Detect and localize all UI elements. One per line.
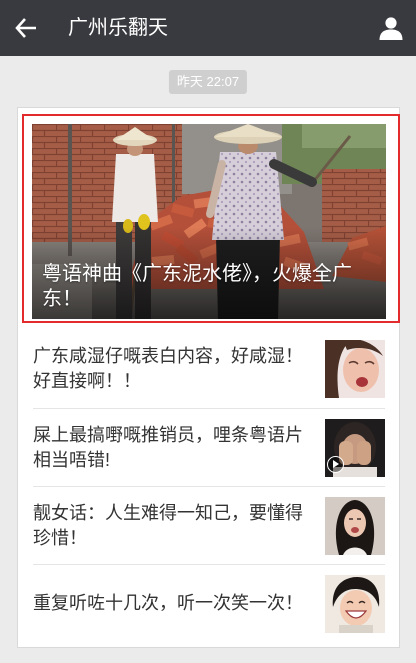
article-title: 广东咸湿仔嘅表白内容，好咸湿！好直接啊！！ [33,346,303,391]
article-item[interactable]: 广东咸湿仔嘅表白内容，好咸湿！好直接啊！！ [33,330,385,408]
back-button[interactable] [6,10,46,46]
article-title: 屎上最搞嘢嘅推销员，哩条粤语片相当唔错! [33,424,303,470]
article-thumbnail [325,574,385,633]
profile-button[interactable] [372,12,410,44]
article-thumbnail [325,340,385,398]
chat-title: 广州乐翻天 [68,17,168,39]
article-thumbnail [325,496,385,555]
article-item[interactable]: 重复听咗十几次，听一次笑一次！ [33,564,385,642]
title-bar: 广州乐翻天 [0,0,416,56]
article-item[interactable]: 靓女话：人生难得一知己，要懂得珍惜！ [33,486,385,564]
back-arrow-icon [15,18,36,38]
article-thumbnail [325,418,385,477]
person-icon [379,17,403,40]
article-title: 靓女话：人生难得一知己，要懂得珍惜！ [33,502,303,548]
message-timestamp: 昨天 22:07 [168,70,248,94]
article-list: 广东咸湿仔嘅表白内容，好咸湿！好直接啊！！ 屎上最搞嘢嘅推销员，哩条粤语片相当唔… [33,330,385,642]
cover-article[interactable]: 粤语神曲《广东泥水佬》，火爆全广东！ [32,124,386,319]
article-title: 重复听咗十几次，听一次笑一次！ [33,593,303,613]
play-icon [327,455,344,473]
cover-title: 粤语神曲《广东泥水佬》，火爆全广东！ [42,263,352,310]
article-item[interactable]: 屎上最搞嘢嘅推销员，哩条粤语片相当唔错! [33,408,385,486]
